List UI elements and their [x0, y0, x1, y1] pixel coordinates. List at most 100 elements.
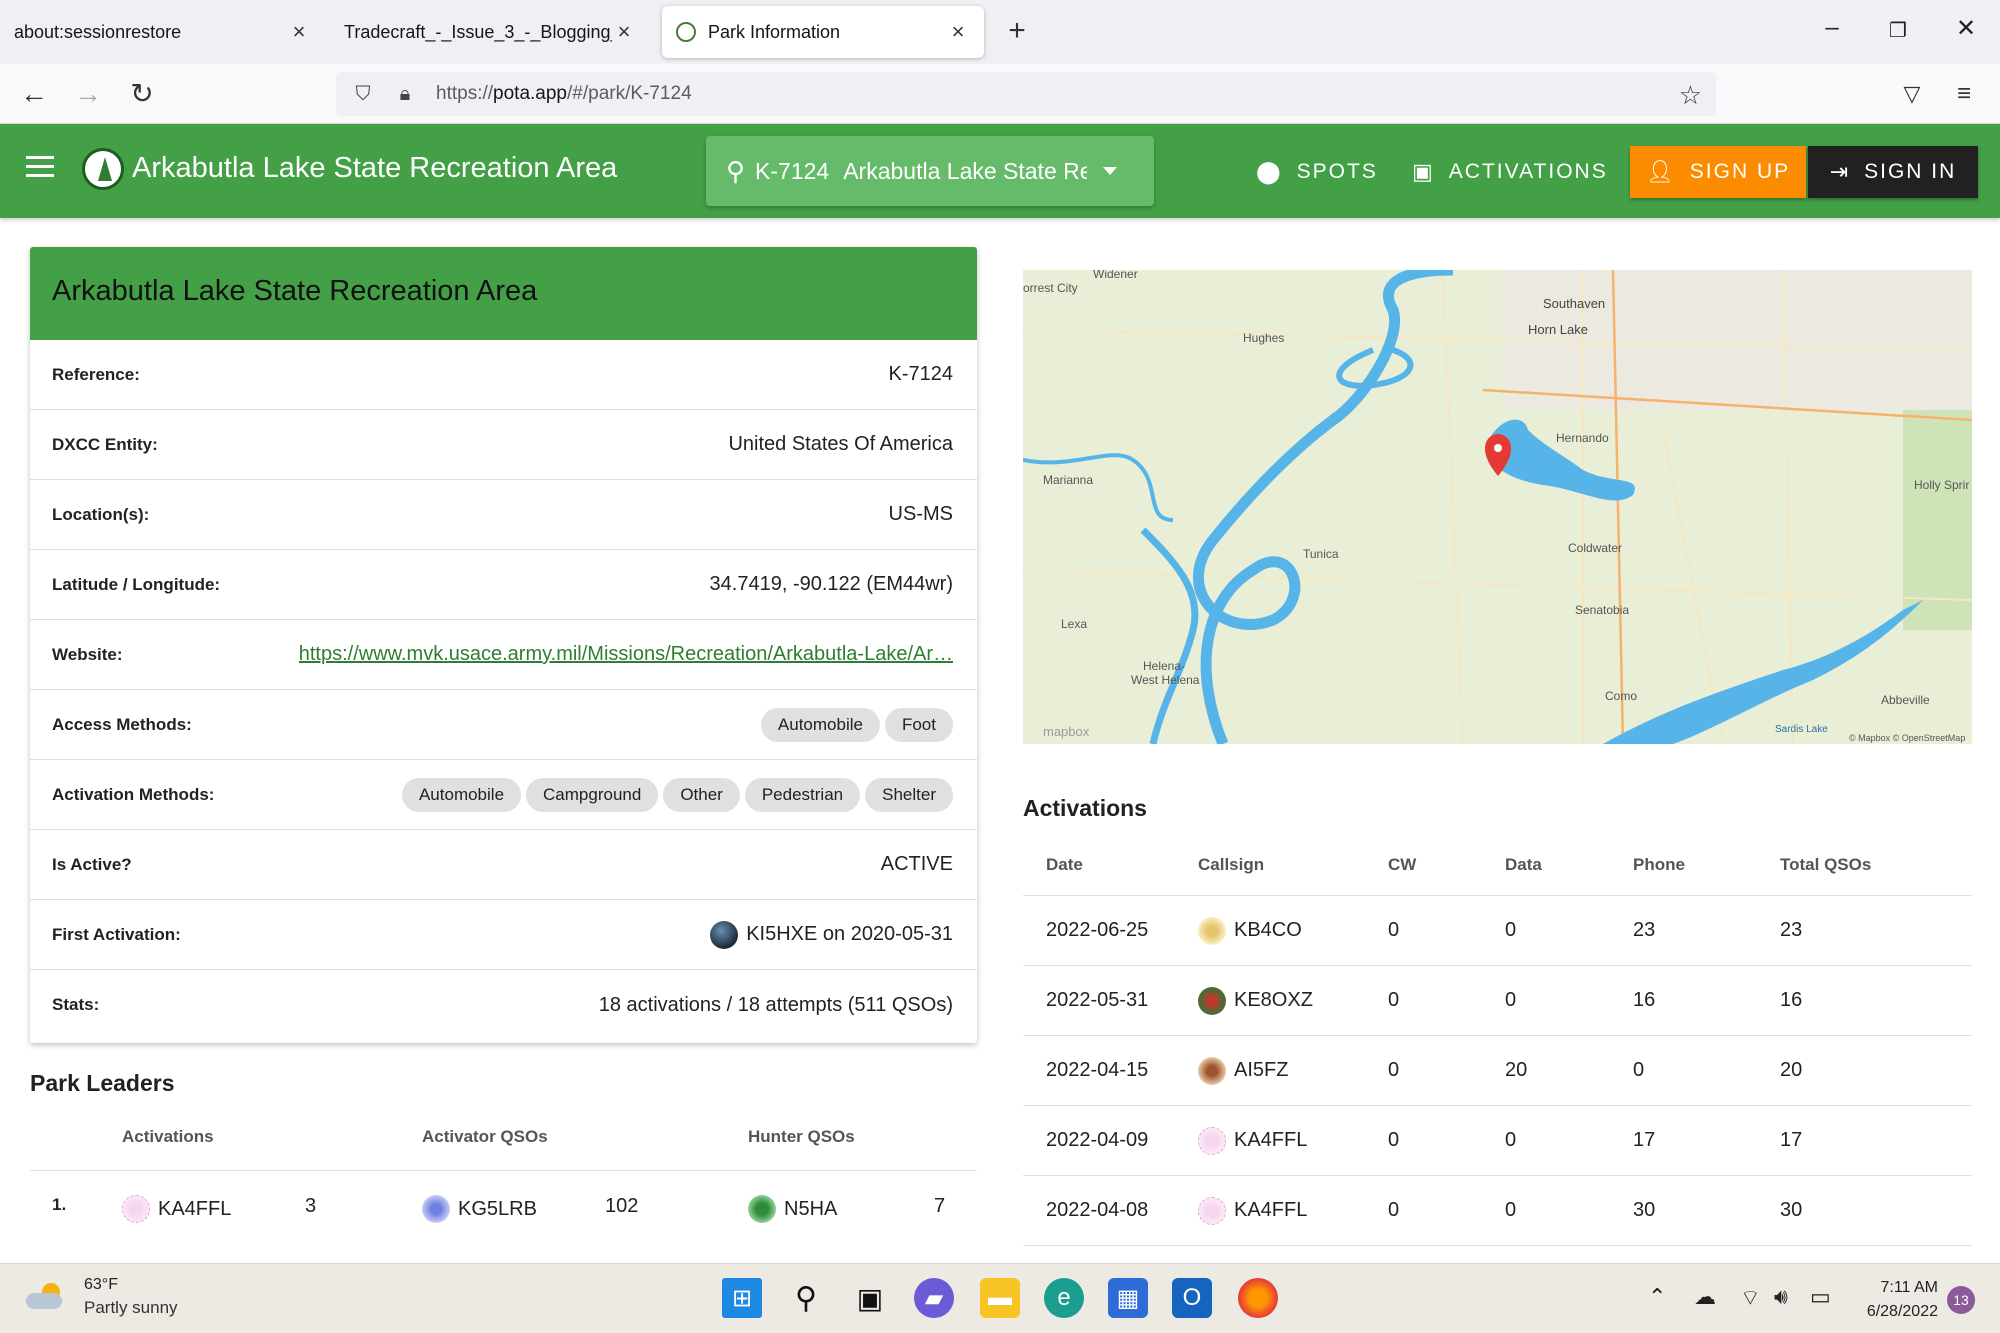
map-label-forrest-city: orrest City: [1023, 281, 1078, 295]
park-card-title: Arkabutla Lake State Recreation Area: [30, 247, 977, 340]
latlon-row: Latitude / Longitude: 34.7419, -90.122 (…: [30, 550, 977, 620]
callsign-text[interactable]: AI5FZ: [1234, 1059, 1288, 1082]
map-attribution[interactable]: © Mapbox © OpenStreetMap: [1849, 733, 1965, 743]
tab-tradecraft[interactable]: Tradecraft_-_Issue_3_-_Blogging_101 ×: [330, 6, 650, 58]
avatar: [122, 1195, 150, 1223]
park-map[interactable]: Widener orrest City Hughes Southaven Hor…: [1023, 270, 1972, 744]
nav-spots[interactable]: ⬤ SPOTS: [1256, 146, 1378, 198]
battery-icon[interactable]: ▭: [1810, 1284, 1831, 1310]
cell-total: 16: [1780, 989, 1803, 1011]
edge-icon[interactable]: e: [1044, 1278, 1084, 1318]
callsign-text[interactable]: KA4FFL: [1234, 1129, 1307, 1152]
leaders-qso-activator[interactable]: KG5LRB: [422, 1195, 537, 1223]
qso-callsign[interactable]: KG5LRB: [458, 1198, 537, 1221]
divider: [30, 1170, 977, 1171]
close-icon[interactable]: ×: [612, 19, 636, 45]
menu-icon[interactable]: ≡: [1946, 76, 1982, 112]
back-arrow-icon[interactable]: ←: [16, 76, 52, 112]
wifi-icon[interactable]: ⌔: [1740, 1284, 1761, 1312]
callsign-text[interactable]: KA4FFL: [1234, 1199, 1307, 1222]
hunter-callsign[interactable]: N5HA: [784, 1198, 837, 1221]
window-close-icon[interactable]: ✕: [1946, 14, 1986, 43]
cell-phone: 23: [1633, 919, 1656, 941]
col-data[interactable]: Data: [1505, 855, 1633, 875]
cell-callsign[interactable]: KA4FFL: [1198, 1126, 1388, 1155]
close-icon[interactable]: ×: [287, 19, 311, 45]
cell-callsign[interactable]: KA4FFL: [1198, 1196, 1388, 1225]
pocket-icon[interactable]: ▽: [1894, 76, 1930, 112]
cell-callsign[interactable]: KB4CO: [1198, 916, 1388, 945]
pota-logo[interactable]: [82, 148, 124, 190]
leaders-activator[interactable]: KA4FFL: [122, 1195, 231, 1223]
table-row: 2022-05-31 KE8OXZ 0 0 16 16: [1023, 966, 1972, 1036]
park-search-select[interactable]: ⚲ K-7124 Arkabutla Lake State Recreation…: [706, 136, 1154, 206]
tab-session-restore[interactable]: about:sessionrestore ×: [0, 6, 325, 58]
col-cw[interactable]: CW: [1388, 855, 1505, 875]
cell-cw: 0: [1388, 989, 1400, 1011]
first-activation-value[interactable]: KI5HXE on 2020-05-31: [746, 923, 953, 946]
store-icon[interactable]: ▦: [1108, 1278, 1148, 1318]
callsign-text[interactable]: KB4CO: [1234, 919, 1302, 942]
chat-icon[interactable]: ▰: [914, 1278, 954, 1318]
restore-icon[interactable]: ❐: [1878, 18, 1918, 43]
avatar: [1198, 1196, 1226, 1225]
tab-park-information[interactable]: Park Information ×: [662, 6, 984, 58]
bookmark-star-icon[interactable]: ☆: [1679, 80, 1702, 111]
cell-callsign[interactable]: AI5FZ: [1198, 1056, 1388, 1085]
reload-icon[interactable]: ↻: [124, 76, 160, 112]
nav-activations[interactable]: ▣ ACTIVATIONS: [1412, 146, 1608, 198]
col-total-qsos[interactable]: Total QSOs: [1780, 855, 1960, 875]
cell-callsign[interactable]: KE8OXZ: [1198, 986, 1388, 1015]
notification-badge[interactable]: 13: [1947, 1286, 1975, 1314]
sign-up-label: SIGN UP: [1689, 160, 1791, 183]
minimize-icon[interactable]: –: [1812, 14, 1852, 42]
new-tab-plus-icon[interactable]: +: [1000, 14, 1034, 48]
table-header-row: Date Callsign CW Data Phone Total QSOs: [1023, 834, 1972, 896]
dxcc-label: DXCC Entity:: [52, 434, 158, 454]
tab-title: Park Information: [708, 21, 841, 42]
cell-date: 2022-05-31: [1046, 989, 1149, 1011]
browser-navbar: ← → ↻ ⛉ 🔒︎ https://pota.app/#/park/K-712…: [0, 64, 2000, 124]
shield-icon[interactable]: ⛉: [348, 83, 378, 106]
dropdown-caret-icon[interactable]: [1103, 167, 1118, 175]
hamburger-menu-icon[interactable]: [26, 156, 54, 178]
clock-time: 7:11 AM: [1880, 1279, 1938, 1296]
sign-in-button[interactable]: ⇥ SIGN IN: [1808, 146, 1978, 198]
col-phone[interactable]: Phone: [1633, 855, 1780, 875]
leaders-col-hunter-qsos: Hunter QSOs: [748, 1127, 855, 1146]
col-date[interactable]: Date: [1023, 855, 1198, 875]
forward-arrow-icon[interactable]: →: [70, 76, 106, 112]
close-icon[interactable]: ×: [946, 19, 970, 45]
chip-other: Other: [663, 777, 740, 812]
callsign-text[interactable]: KE8OXZ: [1234, 989, 1313, 1012]
leaders-hunter[interactable]: N5HA: [748, 1195, 837, 1223]
cell-total: 23: [1780, 919, 1803, 941]
activator-callsign[interactable]: KA4FFL: [158, 1198, 231, 1221]
url-text[interactable]: https://pota.app/#/park/K-7124: [436, 83, 692, 105]
address-bar[interactable]: ⛉ 🔒︎ https://pota.app/#/park/K-7124 ☆: [336, 72, 1716, 116]
weather-desc: Partly sunny: [84, 1298, 178, 1317]
col-callsign[interactable]: Callsign: [1198, 855, 1388, 875]
map-label-southaven: Southaven: [1543, 296, 1605, 311]
sign-up-button[interactable]: 👤︎ SIGN UP: [1630, 146, 1806, 198]
table-row: 2022-04-09 KA4FFL 0 0 17 17: [1023, 1106, 1972, 1176]
add-user-icon: 👤︎: [1645, 159, 1676, 184]
dxcc-value: United States Of America: [728, 433, 953, 455]
file-explorer-icon[interactable]: ▬: [980, 1278, 1020, 1318]
outlook-icon[interactable]: O: [1172, 1278, 1212, 1318]
search-icon[interactable]: ⚲: [786, 1278, 826, 1318]
volume-icon[interactable]: 🔊︎: [1774, 1284, 1788, 1310]
task-view-icon[interactable]: ▣: [850, 1278, 890, 1318]
mapbox-logo[interactable]: mapbox: [1043, 724, 1090, 739]
chevron-up-icon[interactable]: ⌃: [1648, 1284, 1666, 1310]
map-canvas[interactable]: Widener orrest City Hughes Southaven Hor…: [1023, 270, 1972, 744]
website-link[interactable]: https://www.mvk.usace.army.mil/Missions/…: [299, 643, 953, 666]
firefox-icon[interactable]: [1238, 1278, 1278, 1318]
windows-start-icon[interactable]: ⊞: [722, 1278, 762, 1318]
lock-icon[interactable]: 🔒︎: [390, 83, 420, 106]
avatar: [748, 1195, 776, 1223]
onedrive-cloud-icon[interactable]: ☁: [1694, 1284, 1716, 1310]
taskbar-clock[interactable]: 7:11 AM 6/28/2022: [1838, 1276, 1938, 1324]
is-active-row: Is Active? ACTIVE: [30, 830, 977, 900]
weather-widget[interactable]: 63°F Partly sunny: [26, 1276, 178, 1318]
